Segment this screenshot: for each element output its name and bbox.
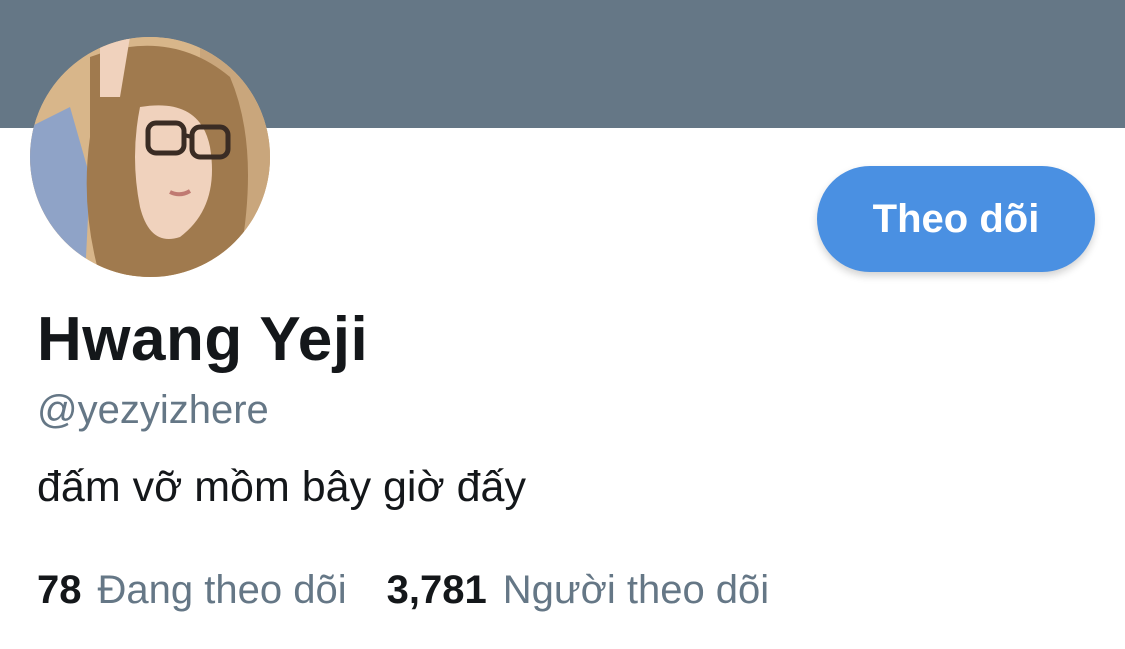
avatar[interactable] bbox=[30, 37, 270, 277]
username-handle[interactable]: @yezyizhere bbox=[37, 390, 269, 430]
followers-label: Người theo dõi bbox=[502, 568, 770, 612]
profile-stats: 78 Đang theo dõi 3,781 Người theo dõi bbox=[37, 570, 809, 610]
following-label: Đang theo dõi bbox=[97, 568, 347, 612]
avatar-image bbox=[30, 37, 270, 277]
follow-button[interactable]: Theo dõi bbox=[817, 166, 1095, 272]
following-count: 78 bbox=[37, 568, 82, 612]
following-stat[interactable]: 78 Đang theo dõi bbox=[37, 570, 347, 610]
profile-bio: đấm vỡ mồm bây giờ đấy bbox=[37, 463, 526, 511]
display-name: Hwang Yeji bbox=[37, 305, 369, 374]
followers-stat[interactable]: 3,781 Người theo dõi bbox=[387, 570, 770, 610]
followers-count: 3,781 bbox=[386, 568, 487, 612]
